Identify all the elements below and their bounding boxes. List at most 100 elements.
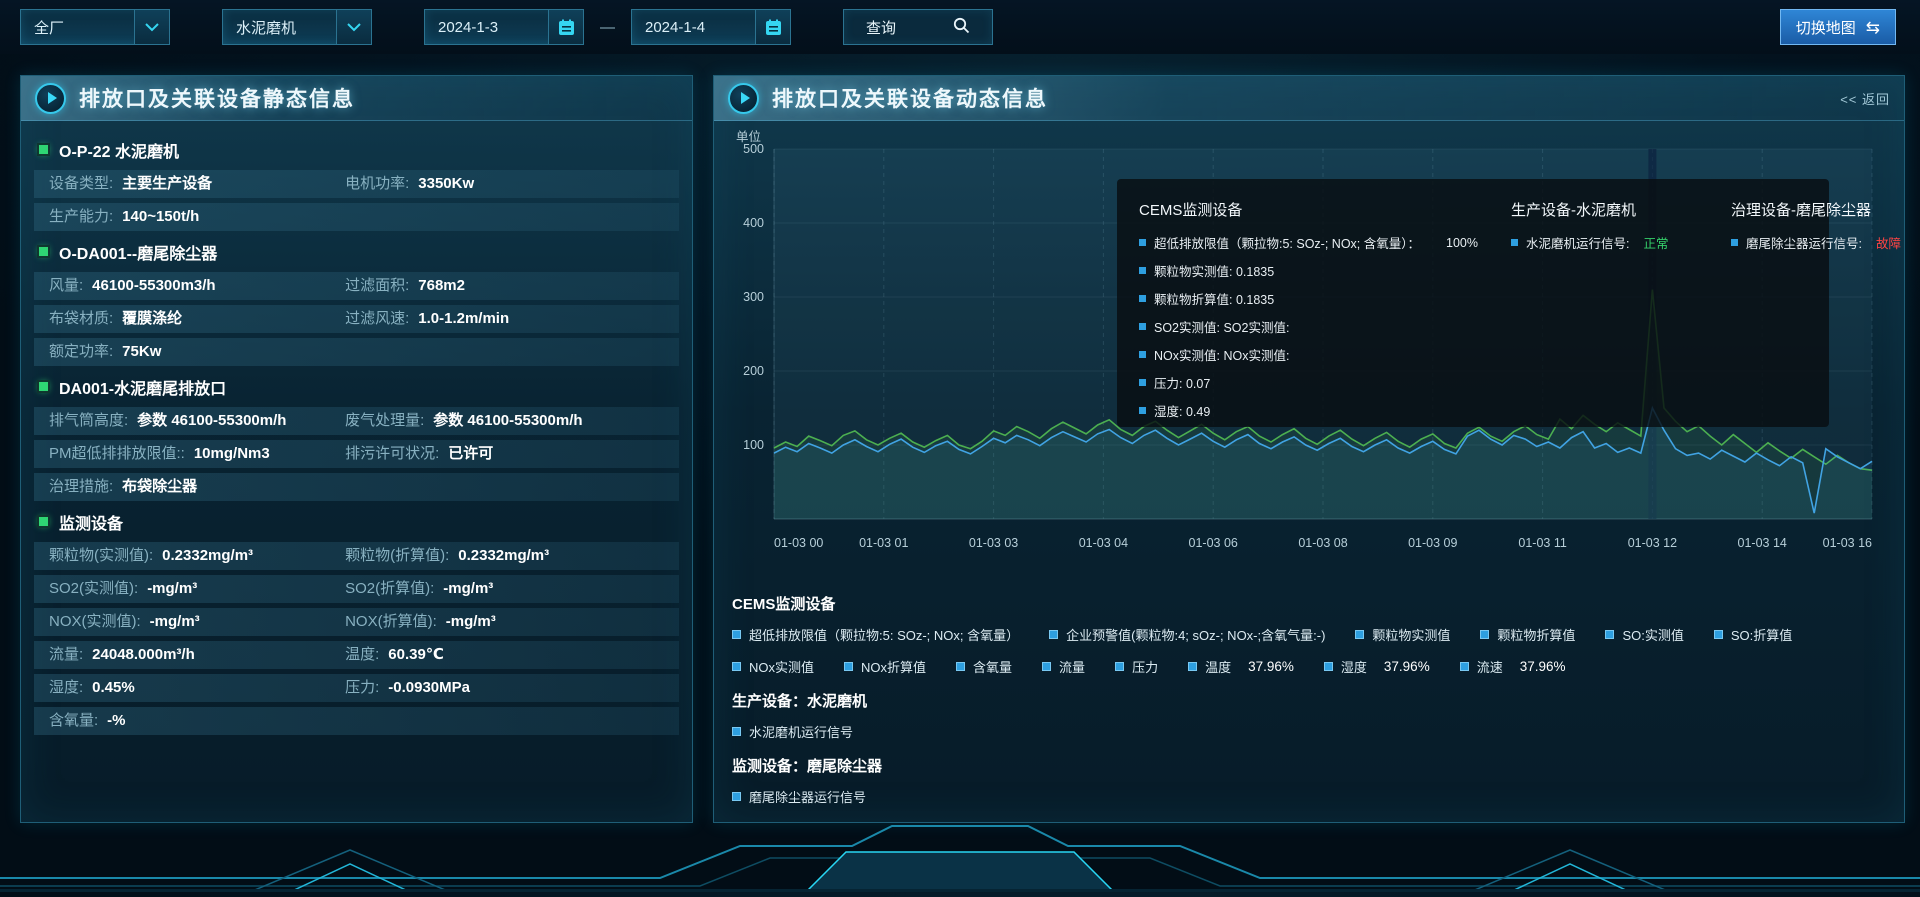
info-cell: 设备类型:主要生产设备 [49, 170, 345, 198]
legend-item[interactable]: 流速37.96% [1460, 657, 1566, 676]
legend-item-label: 水泥磨机运行信号 [749, 722, 853, 741]
green-square-bullet-icon [39, 247, 48, 256]
trend-chart: 10020030040050001-03 0001-03 0101-03 030… [714, 121, 1904, 583]
legend-item[interactable]: 流量 [1042, 657, 1085, 676]
y-axis-tick: 500 [743, 142, 764, 156]
legend-item[interactable]: 压力 [1115, 657, 1158, 676]
date-from-input[interactable]: 2024-1-3 [424, 9, 584, 45]
info-row: 颗粒物(实测值):0.2332mg/m³颗粒物(折算值):0.2332mg/m³ [34, 542, 679, 570]
tooltip-item: 超低排放限值（颗拉物:5: SOz-; NOx; 含氧量）：100% [1139, 233, 1487, 252]
topbar: 全厂 水泥磨机 2024-1-3 — 2024-1-4 查询 切换地图 ⇆ [0, 0, 1920, 54]
field-label: 治理措施: [49, 473, 113, 501]
info-row: NOX(实测值):-mg/m³NOX(折算值):-mg/m³ [34, 608, 679, 636]
tooltip-item: 湿度: 0.49 [1139, 401, 1487, 420]
legend-item[interactable]: NOx实测值 [732, 657, 814, 676]
legend-item-label: 含氧量 [973, 657, 1012, 676]
plant-select[interactable]: 全厂 [20, 9, 170, 45]
static-info-panel: 排放口及关联设备静态信息 O-P-22 水泥磨机设备类型:主要生产设备电机功率:… [20, 75, 693, 823]
legend-item[interactable]: 颗粒物折算值 [1480, 625, 1575, 644]
field-label: 颗粒物(实测值): [49, 542, 153, 570]
switch-map-button[interactable]: 切换地图 ⇆ [1780, 9, 1896, 45]
legend-checkbox-icon [1049, 630, 1058, 639]
device-select-value: 水泥磨机 [223, 17, 336, 38]
field-value: 已许可 [448, 440, 493, 468]
info-cell: 颗粒物(折算值):0.2332mg/m³ [345, 542, 679, 570]
y-axis-tick: 300 [743, 290, 764, 304]
field-value: -% [107, 707, 125, 735]
static-panel-title: 排放口及关联设备静态信息 [79, 83, 355, 113]
chevron-down-icon[interactable] [134, 10, 169, 44]
tooltip-item-text: 压力: 0.07 [1154, 373, 1210, 392]
section-title: 监测设备 [59, 510, 123, 534]
field-label: 废气处理量: [345, 407, 424, 435]
legend-item[interactable]: 企业预警值(颗粒物:4; sOz-; NOx-;含氧气量:-) [1049, 625, 1325, 644]
info-cell: 含氧量:-% [49, 707, 345, 735]
field-value: 768m2 [418, 272, 465, 300]
x-axis-tick: 01-03 11 [1518, 536, 1566, 550]
legend-item[interactable]: NOx折算值 [844, 657, 926, 676]
legend-group: 监测设备：磨尾除尘器磨尾除尘器运行信号 [732, 755, 1890, 806]
date-to-input[interactable]: 2024-1-4 [631, 9, 791, 45]
tooltip-item-text: 磨尾除尘器运行信号: [1746, 233, 1862, 252]
legend-checkbox-icon [844, 662, 853, 671]
info-cell: 压力:-0.0930MPa [345, 674, 679, 702]
section-title: DA001-水泥磨尾排放口 [59, 375, 226, 399]
tooltip-item: 水泥磨机运行信号:正常 [1511, 233, 1707, 252]
field-value: 46100-55300m3/h [92, 272, 215, 300]
swap-arrows-icon: ⇆ [1866, 19, 1880, 36]
legend-item[interactable]: 水泥磨机运行信号 [732, 722, 853, 741]
field-value: 主要生产设备 [122, 170, 212, 198]
chart-tooltip: CEMS监测设备超低排放限值（颗拉物:5: SOz-; NOx; 含氧量）：10… [1117, 179, 1829, 427]
chevron-down-icon[interactable] [336, 10, 371, 44]
legend-item[interactable]: 磨尾除尘器运行信号 [732, 787, 866, 806]
calendar-icon[interactable] [548, 10, 583, 44]
field-value: 参数 46100-55300m/h [137, 407, 286, 435]
legend-item-label: 企业预警值(颗粒物:4; sOz-; NOx-;含氧气量:-) [1066, 625, 1325, 644]
info-cell: 布袋材质:覆膜涤纶 [49, 305, 345, 333]
info-row: 设备类型:主要生产设备电机功率:3350Kw [34, 170, 679, 198]
blue-square-bullet-icon [1139, 407, 1146, 414]
tooltip-item-text: 颗粒物折算值: 0.1835 [1154, 289, 1274, 308]
info-cell: NOX(实测值):-mg/m³ [49, 608, 345, 636]
legend-item-label: 颗粒物折算值 [1497, 625, 1575, 644]
legend-checkbox-icon [1188, 662, 1197, 671]
legend-item[interactable]: SO:实测值 [1605, 625, 1683, 644]
field-value: -mg/m³ [147, 575, 197, 603]
legend-item[interactable]: 湿度37.96% [1324, 657, 1430, 676]
back-link[interactable]: << 返回 [1840, 89, 1890, 108]
legend-item[interactable]: 超低排放限值（颗拉物:5: SOz-; NOx; 含氧量） [732, 625, 1019, 644]
device-select[interactable]: 水泥磨机 [222, 9, 372, 45]
tooltip-column: 生产设备-水泥磨机水泥磨机运行信号:正常 [1511, 199, 1707, 427]
legend-item[interactable]: SO:折算值 [1714, 625, 1792, 644]
legend-item[interactable]: 含氧量 [956, 657, 1012, 676]
legend-group: 生产设备：水泥磨机水泥磨机运行信号 [732, 690, 1890, 741]
legend-checkbox-icon [1480, 630, 1489, 639]
calendar-icon[interactable] [755, 10, 790, 44]
field-value: 1.0-1.2m/min [418, 305, 509, 333]
query-button[interactable]: 查询 [843, 9, 993, 45]
info-row: 含氧量:-% [34, 707, 679, 735]
info-row: SO2(实测值):-mg/m³SO2(折算值):-mg/m³ [34, 575, 679, 603]
legend-item[interactable]: 颗粒物实测值 [1355, 625, 1450, 644]
field-value: 覆膜涤纶 [122, 305, 182, 333]
info-cell: SO2(实测值):-mg/m³ [49, 575, 345, 603]
tooltip-column: CEMS监测设备超低排放限值（颗拉物:5: SOz-; NOx; 含氧量）：10… [1139, 199, 1487, 427]
info-row: 布袋材质:覆膜涤纶过滤风速: 1.0-1.2m/min [34, 305, 679, 333]
tooltip-item-value: 100% [1446, 236, 1478, 250]
info-row: PM超低排排放限值::10mg/Nm3排污许可状况:已许可 [34, 440, 679, 468]
info-cell: 流量:24048.000m³/h [49, 641, 345, 669]
field-label: 过滤风速: [345, 305, 409, 333]
info-cell: 过滤面积:768m2 [345, 272, 679, 300]
legend-item[interactable]: 温度37.96% [1188, 657, 1294, 676]
legend-item-value: 37.96% [1384, 659, 1430, 674]
blue-square-bullet-icon [1139, 295, 1146, 302]
legend-group: CEMS监测设备超低排放限值（颗拉物:5: SOz-; NOx; 含氧量）企业预… [732, 593, 1890, 676]
field-value: 布袋除尘器 [122, 473, 197, 501]
legend-item-label: SO:实测值 [1622, 625, 1683, 644]
section-title: O-DA001--磨尾除尘器 [59, 240, 217, 264]
legend-checkbox-icon [1605, 630, 1614, 639]
info-row: 湿度:0.45%压力:-0.0930MPa [34, 674, 679, 702]
tooltip-item: NOx实测值: NOx实测值: [1139, 345, 1487, 364]
tooltip-column-header: 生产设备-水泥磨机 [1511, 199, 1707, 220]
field-label: 湿度: [49, 674, 83, 702]
